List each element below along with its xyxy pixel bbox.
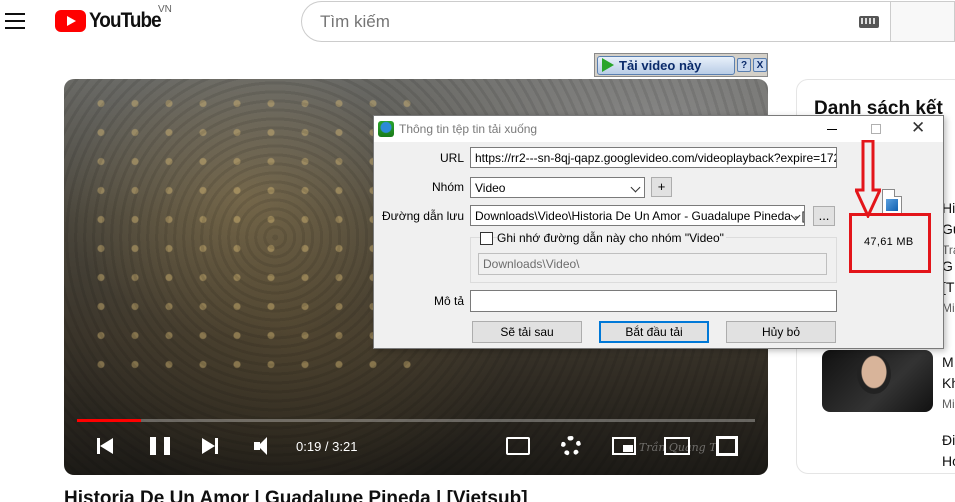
group-label: Nhóm [431, 180, 464, 194]
youtube-logo[interactable]: YouTube [55, 9, 169, 33]
idm-close-button[interactable]: X [753, 58, 767, 72]
video-thumbnail[interactable] [822, 350, 933, 412]
save-path-select[interactable]: Downloads\Video\Historia De Un Amor - Gu… [470, 205, 805, 226]
search-box [301, 1, 891, 42]
miniplayer-icon[interactable] [612, 437, 636, 455]
volume-icon[interactable] [254, 434, 276, 458]
description-label: Mô tả [433, 294, 464, 308]
next-icon[interactable] [202, 434, 220, 458]
video-watermark: Trần Quang T [639, 441, 717, 454]
time-display: 0:19 / 3:21 [296, 439, 358, 454]
keyboard-icon[interactable] [859, 16, 879, 28]
maximize-icon[interactable] [871, 124, 881, 134]
youtube-play-icon [55, 10, 86, 32]
default-path-field: Downloads\Video\ [478, 253, 827, 275]
browse-button[interactable]: ... [813, 206, 835, 226]
download-later-button[interactable]: Sẽ tải sau [472, 321, 582, 343]
remember-path-label: Ghi nhớ đường dẫn này cho nhóm "Video" [497, 231, 726, 245]
idm-help-button[interactable]: ? [737, 58, 751, 72]
search-button[interactable] [890, 1, 955, 42]
pause-icon[interactable] [150, 434, 170, 458]
save-path-label: Đường dẫn lưu [382, 209, 464, 223]
dialog-titlebar[interactable]: Thông tin tệp tin tải xuống ✕ [374, 116, 943, 142]
dialog-title: Thông tin tệp tin tải xuống [399, 122, 538, 136]
group-select[interactable]: Video [470, 177, 645, 198]
list-item-title-2: Ho [942, 453, 955, 469]
start-download-button[interactable]: Bắt đầu tải [599, 321, 709, 343]
list-item-meta: Mi [942, 397, 955, 411]
description-field[interactable] [470, 290, 837, 312]
progress-bar[interactable] [77, 419, 755, 422]
subtitles-icon[interactable] [506, 437, 530, 455]
list-item-title-2: Kh [942, 375, 955, 391]
red-highlight-box [849, 213, 931, 273]
play-arrow-icon [602, 58, 614, 72]
idm-download-button[interactable]: Tải video này [597, 55, 735, 75]
idm-download-label: Tải video này [619, 57, 702, 73]
progress-bar-played [77, 419, 141, 422]
close-icon[interactable]: ✕ [911, 119, 925, 137]
logo-text: YouTube [89, 9, 162, 32]
idm-download-bar: Tải video này ? X [594, 53, 768, 77]
search-input[interactable] [320, 11, 850, 32]
minimize-icon[interactable] [827, 129, 837, 130]
list-item[interactable]: M Kh Mi [942, 352, 955, 415]
url-field[interactable]: https://rr2---sn-8qj-qapz.googlevideo.co… [470, 147, 837, 168]
settings-gear-icon[interactable] [561, 436, 581, 456]
idm-app-icon [378, 121, 394, 137]
file-type-icon [882, 189, 902, 215]
cancel-button[interactable]: Hủy bỏ [726, 321, 836, 343]
country-code: VN [158, 4, 172, 15]
fullscreen-icon[interactable] [716, 436, 738, 456]
video-title: Historia De Un Amor | Guadalupe Pineda |… [64, 488, 528, 502]
list-item-title: Đi [942, 432, 955, 448]
add-group-button[interactable]: + [651, 177, 672, 197]
red-arrow-annotation [855, 140, 881, 218]
list-item-title: M [942, 354, 954, 370]
url-label: URL [439, 151, 464, 165]
remember-path-checkbox[interactable] [480, 232, 493, 245]
list-item[interactable]: Đi Ho [942, 430, 955, 472]
menu-icon[interactable] [5, 13, 25, 29]
previous-icon[interactable] [97, 434, 115, 458]
